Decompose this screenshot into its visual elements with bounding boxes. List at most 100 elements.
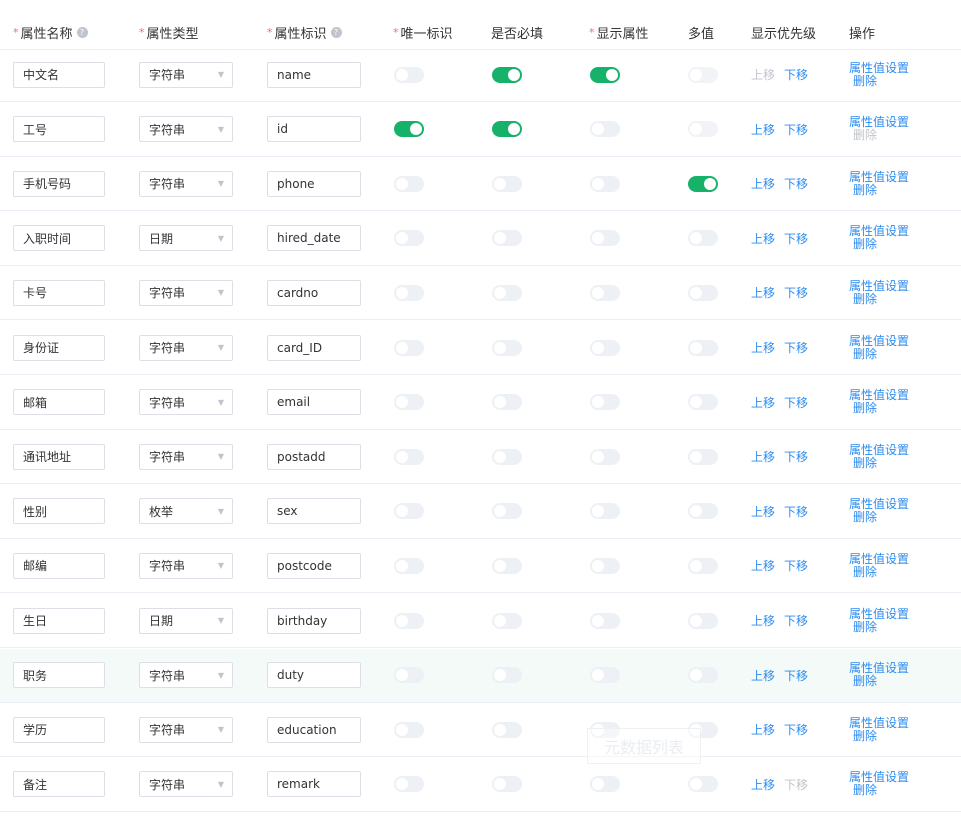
display-switch[interactable] (590, 448, 620, 465)
move-down-button[interactable]: 下移 (784, 503, 808, 520)
move-up-button[interactable]: 上移 (751, 230, 775, 247)
move-up-button[interactable]: 上移 (751, 121, 775, 138)
required-switch[interactable] (492, 339, 522, 356)
attr-name-input[interactable]: 学历 (13, 716, 105, 743)
required-switch[interactable] (492, 448, 522, 465)
attr-type-select[interactable]: 字符串 ▼ (139, 443, 233, 470)
multi-switch[interactable] (688, 284, 718, 301)
attr-name-input[interactable]: 通讯地址 (13, 443, 105, 470)
display-switch[interactable] (590, 284, 620, 301)
display-switch[interactable] (590, 339, 620, 356)
move-up-button[interactable]: 上移 (751, 175, 775, 192)
delete-button[interactable]: 删除 (853, 74, 877, 88)
move-up-button[interactable]: 上移 (751, 612, 775, 629)
help-icon[interactable]: ? (330, 26, 342, 38)
attr-type-select[interactable]: 枚举 ▼ (139, 498, 233, 525)
display-switch[interactable] (590, 557, 620, 574)
display-switch[interactable] (590, 175, 620, 192)
required-switch[interactable] (492, 612, 522, 629)
multi-switch[interactable] (688, 776, 718, 793)
required-switch[interactable] (492, 557, 522, 574)
move-down-button[interactable]: 下移 (784, 230, 808, 247)
delete-button[interactable]: 删除 (853, 784, 877, 797)
delete-button[interactable]: 删除 (853, 620, 877, 634)
attr-name-input[interactable]: 入职时间 (13, 225, 105, 252)
unique-switch[interactable] (394, 66, 424, 83)
display-switch[interactable] (590, 503, 620, 520)
display-switch[interactable] (590, 66, 620, 83)
move-up-button[interactable]: 上移 (751, 339, 775, 356)
required-switch[interactable] (492, 230, 522, 247)
required-switch[interactable] (492, 66, 522, 83)
delete-button[interactable]: 删除 (853, 402, 877, 415)
move-down-button[interactable]: 下移 (784, 394, 808, 411)
unique-switch[interactable] (394, 776, 424, 793)
attr-key-input[interactable]: hired_date (267, 225, 361, 252)
attr-type-select[interactable]: 字符串 ▼ (139, 61, 233, 88)
attr-name-input[interactable]: 邮箱 (13, 389, 105, 416)
attr-key-input[interactable]: cardno (267, 279, 361, 306)
multi-switch[interactable] (688, 448, 718, 465)
multi-switch[interactable] (688, 503, 718, 520)
attr-name-input[interactable]: 手机号码 (13, 170, 105, 197)
attr-type-select[interactable]: 字符串 ▼ (139, 552, 233, 579)
multi-switch[interactable] (688, 667, 718, 684)
delete-button[interactable]: 删除 (853, 729, 877, 743)
attr-name-input[interactable]: 中文名 (13, 61, 105, 88)
required-switch[interactable] (492, 394, 522, 411)
move-down-button[interactable]: 下移 (784, 121, 808, 138)
multi-switch[interactable] (688, 612, 718, 629)
move-up-button[interactable]: 上移 (751, 776, 775, 793)
unique-switch[interactable] (394, 503, 424, 520)
value-settings-button[interactable]: 属性值设置 (849, 279, 909, 293)
unique-switch[interactable] (394, 557, 424, 574)
move-up-button[interactable]: 上移 (751, 503, 775, 520)
move-down-button[interactable]: 下移 (784, 339, 808, 356)
attr-name-input[interactable]: 工号 (13, 116, 105, 143)
attr-type-select[interactable]: 字符串 ▼ (139, 279, 233, 306)
move-down-button[interactable]: 下移 (784, 667, 808, 684)
display-switch[interactable] (590, 776, 620, 793)
move-up-button[interactable]: 上移 (751, 557, 775, 574)
move-up-button[interactable]: 上移 (751, 448, 775, 465)
display-switch[interactable] (590, 667, 620, 684)
value-settings-button[interactable]: 属性值设置 (849, 716, 909, 730)
attr-type-select[interactable]: 字符串 ▼ (139, 170, 233, 197)
unique-switch[interactable] (394, 448, 424, 465)
delete-button[interactable]: 删除 (853, 565, 877, 579)
attr-key-input[interactable]: postcode (267, 552, 361, 579)
attr-key-input[interactable]: birthday (267, 607, 361, 634)
delete-button[interactable]: 删除 (853, 675, 877, 688)
attr-key-input[interactable]: phone (267, 170, 361, 197)
delete-button[interactable]: 删除 (853, 511, 877, 524)
move-up-button[interactable]: 上移 (751, 394, 775, 411)
value-settings-button[interactable]: 属性值设置 (849, 607, 909, 621)
move-up-button[interactable]: 上移 (751, 667, 775, 684)
delete-button[interactable]: 删除 (853, 183, 877, 197)
delete-button[interactable]: 删除 (853, 456, 877, 470)
move-up-button[interactable]: 上移 (751, 284, 775, 301)
move-down-button[interactable]: 下移 (784, 175, 808, 192)
delete-button[interactable]: 删除 (853, 292, 877, 306)
unique-switch[interactable] (394, 721, 424, 738)
attr-key-input[interactable]: id (267, 116, 361, 143)
attr-key-input[interactable]: education (267, 716, 361, 743)
value-settings-button[interactable]: 属性值设置 (849, 552, 909, 566)
required-switch[interactable] (492, 284, 522, 301)
attr-type-select[interactable]: 字符串 ▼ (139, 662, 233, 689)
attr-type-select[interactable]: 字符串 ▼ (139, 334, 233, 361)
attr-type-select[interactable]: 字符串 ▼ (139, 116, 233, 143)
attr-type-select[interactable]: 字符串 ▼ (139, 389, 233, 416)
value-settings-button[interactable]: 属性值设置 (849, 170, 909, 184)
attr-name-input[interactable]: 邮编 (13, 552, 105, 579)
required-switch[interactable] (492, 667, 522, 684)
attr-type-select[interactable]: 字符串 ▼ (139, 771, 233, 798)
multi-switch[interactable] (688, 230, 718, 247)
display-switch[interactable] (590, 121, 620, 138)
move-down-button[interactable]: 下移 (784, 721, 808, 738)
attr-type-select[interactable]: 日期 ▼ (139, 225, 233, 252)
move-down-button[interactable]: 下移 (784, 448, 808, 465)
unique-switch[interactable] (394, 612, 424, 629)
attr-name-input[interactable]: 备注 (13, 771, 105, 798)
attr-key-input[interactable]: sex (267, 498, 361, 525)
